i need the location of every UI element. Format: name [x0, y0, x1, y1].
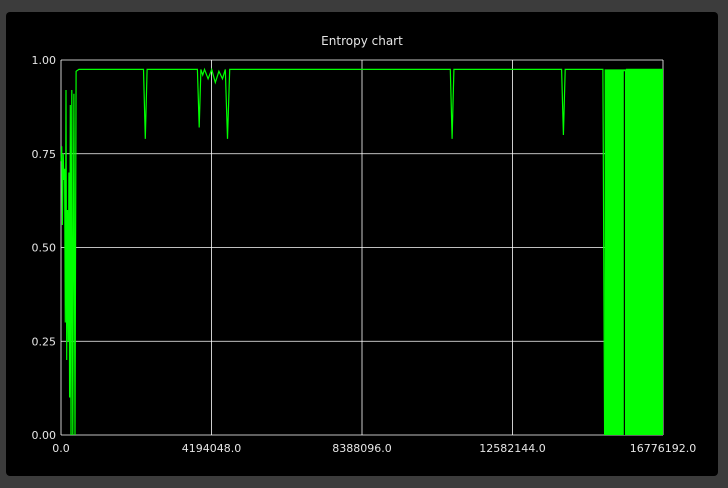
y-tick-label: 0.75	[32, 148, 57, 161]
x-tick-label: 16776192.0	[630, 442, 696, 455]
y-tick-label: 1.00	[32, 54, 57, 67]
x-tick-label: 8388096.0	[332, 442, 392, 455]
y-tick-label: 0.25	[32, 335, 57, 348]
y-tick-label: 0.00	[32, 429, 57, 442]
chart-window: Entropy chart 0.0 4194048.0 8388096.0 12582…	[6, 12, 718, 476]
x-tick-label: 12582144.0	[479, 442, 545, 455]
x-tick-label: 4194048.0	[182, 442, 242, 455]
entropy-plot: 0.0 4194048.0 8388096.0 12582144.0 16776192.…	[32, 54, 697, 455]
x-tick-label: 0.0	[52, 442, 70, 455]
y-tick-label: 0.50	[32, 242, 57, 255]
